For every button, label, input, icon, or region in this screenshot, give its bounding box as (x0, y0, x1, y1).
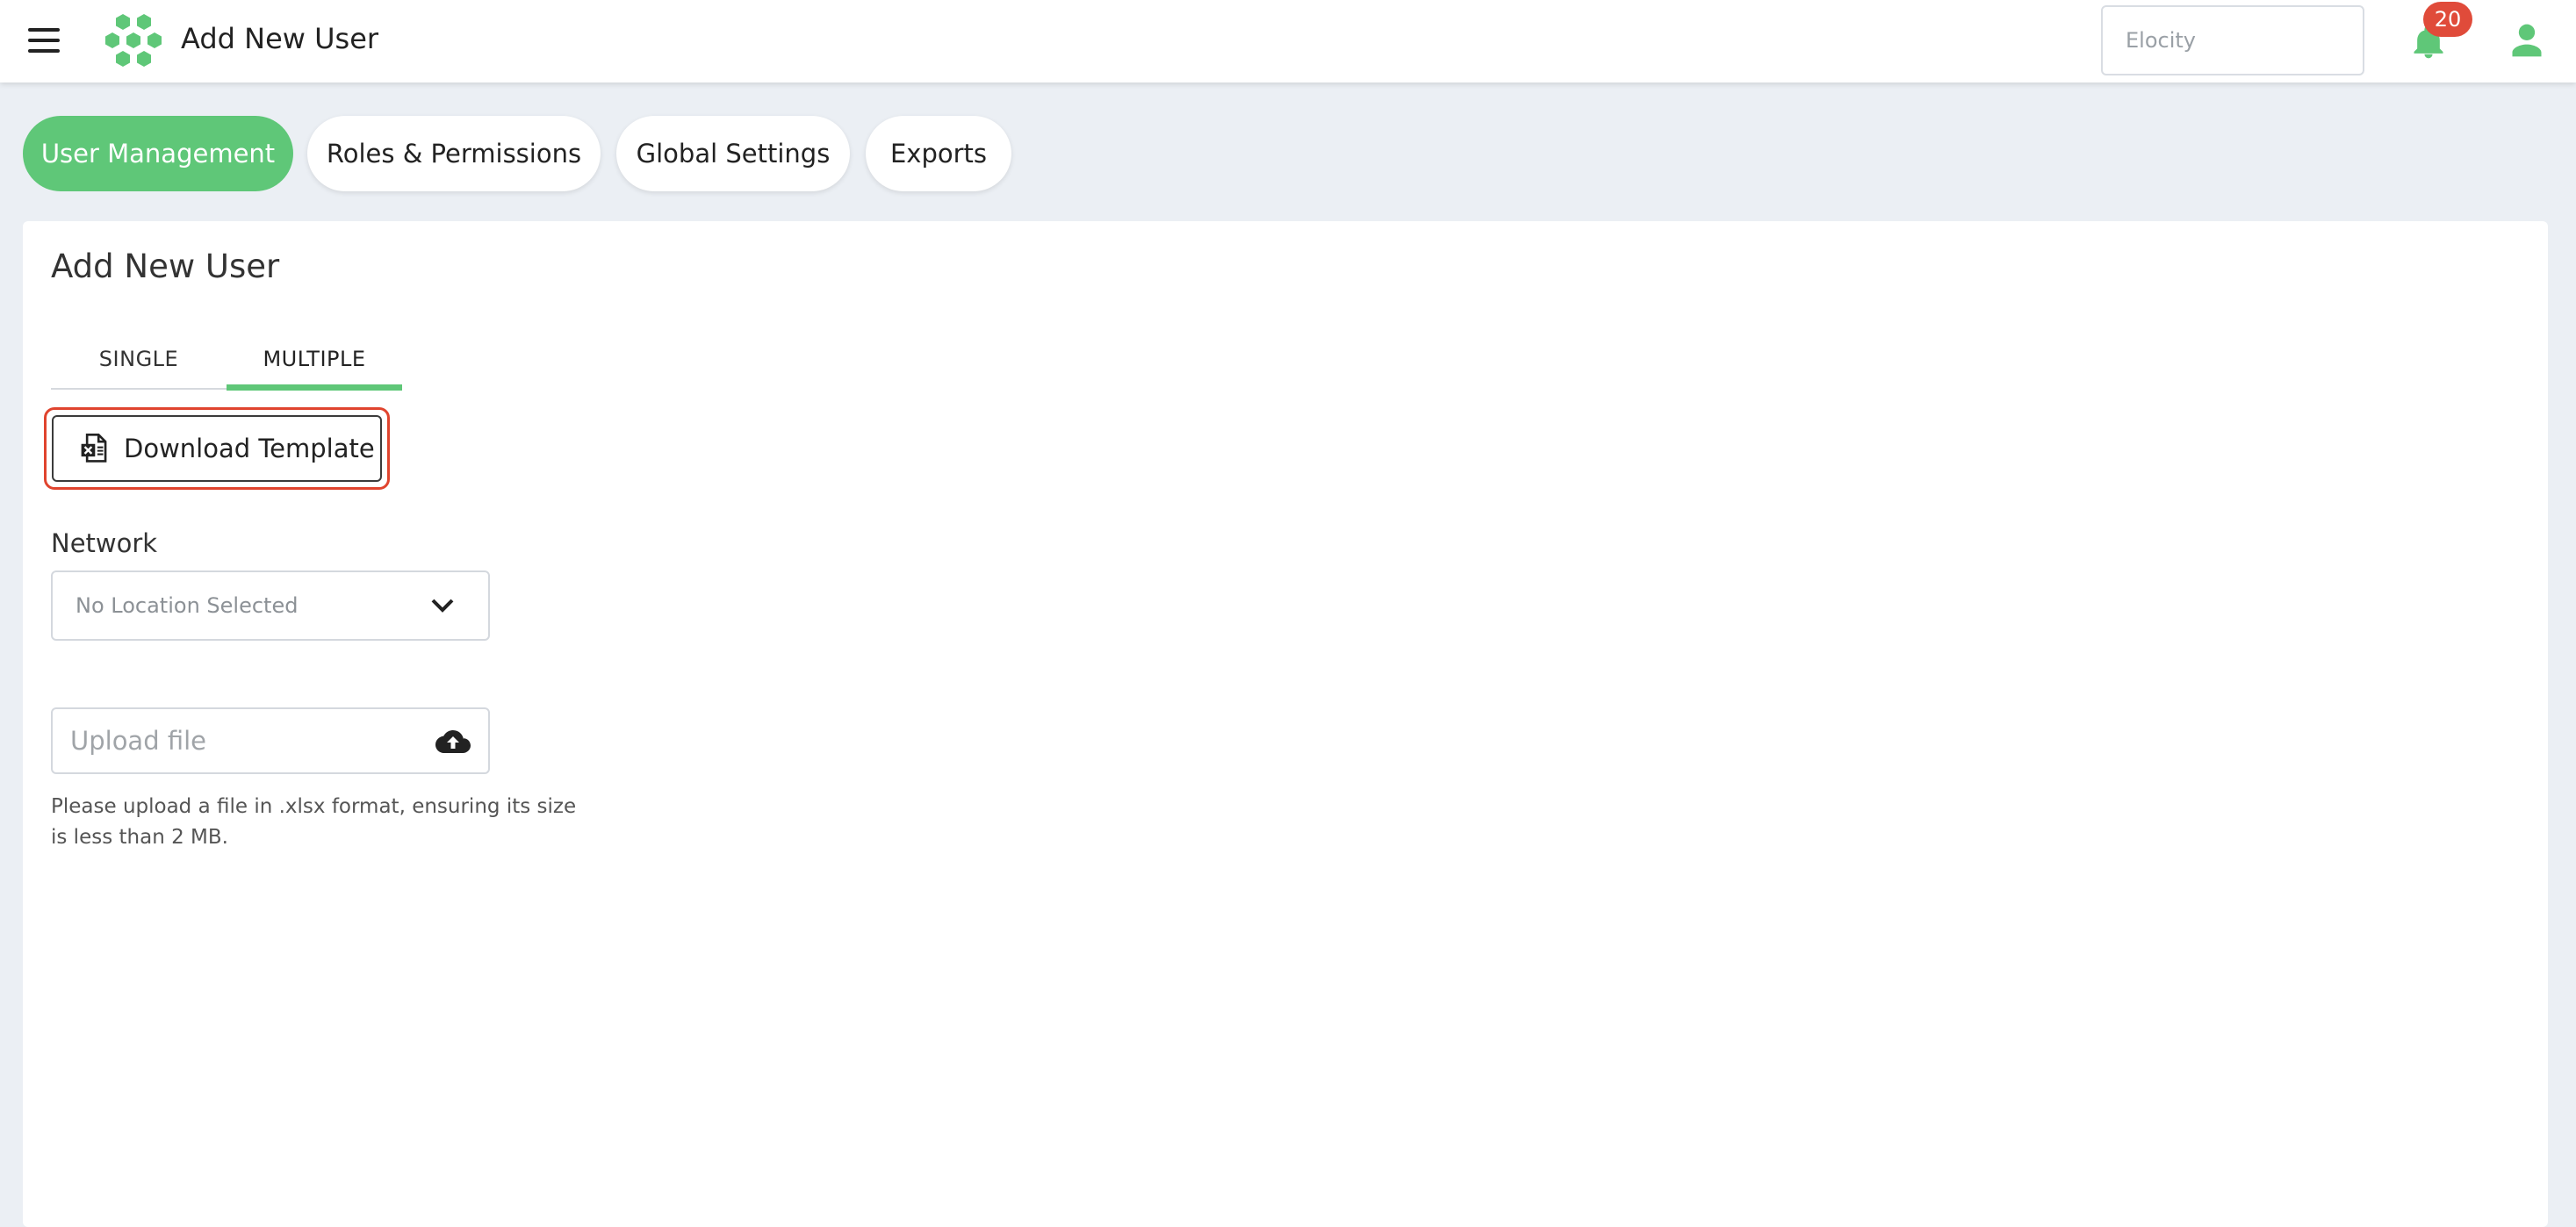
page-title-header: Add New User (181, 22, 379, 55)
download-template-highlight: Download Template (44, 407, 390, 490)
excel-file-icon (81, 434, 107, 463)
form-title: Add New User (51, 248, 280, 285)
upload-file-placeholder: Upload file (70, 726, 206, 756)
tab-exports[interactable]: Exports (866, 116, 1011, 191)
add-user-card: Add New User SINGLE MULTIPLE Download Te… (23, 221, 2548, 1227)
tab-roles-permissions[interactable]: Roles & Permissions (307, 116, 601, 191)
download-template-button[interactable]: Download Template (52, 415, 382, 482)
upload-hint-text: Please upload a file in .xlsx format, en… (51, 795, 577, 849)
active-tab-indicator (227, 384, 402, 391)
network-select[interactable]: No Location Selected (51, 570, 490, 641)
chevron-down-icon (431, 599, 454, 613)
notification-count-badge: 20 (2423, 2, 2472, 37)
menu-icon[interactable] (26, 26, 61, 54)
user-icon[interactable] (2508, 21, 2546, 60)
tab-global-settings[interactable]: Global Settings (616, 116, 850, 191)
cloud-upload-icon[interactable] (435, 728, 471, 755)
network-label: Network (51, 528, 158, 558)
tab-multiple[interactable]: MULTIPLE (227, 332, 402, 386)
upload-file-input[interactable]: Upload file (51, 707, 490, 774)
tenant-search-input[interactable] (2101, 5, 2364, 75)
hexagon-logo-icon (105, 14, 162, 67)
network-select-value: No Location Selected (76, 593, 299, 618)
download-template-label: Download Template (124, 434, 375, 463)
tab-user-management[interactable]: User Management (23, 116, 293, 191)
tab-single[interactable]: SINGLE (51, 332, 227, 386)
top-app-bar: Add New User 20 (0, 0, 2576, 83)
